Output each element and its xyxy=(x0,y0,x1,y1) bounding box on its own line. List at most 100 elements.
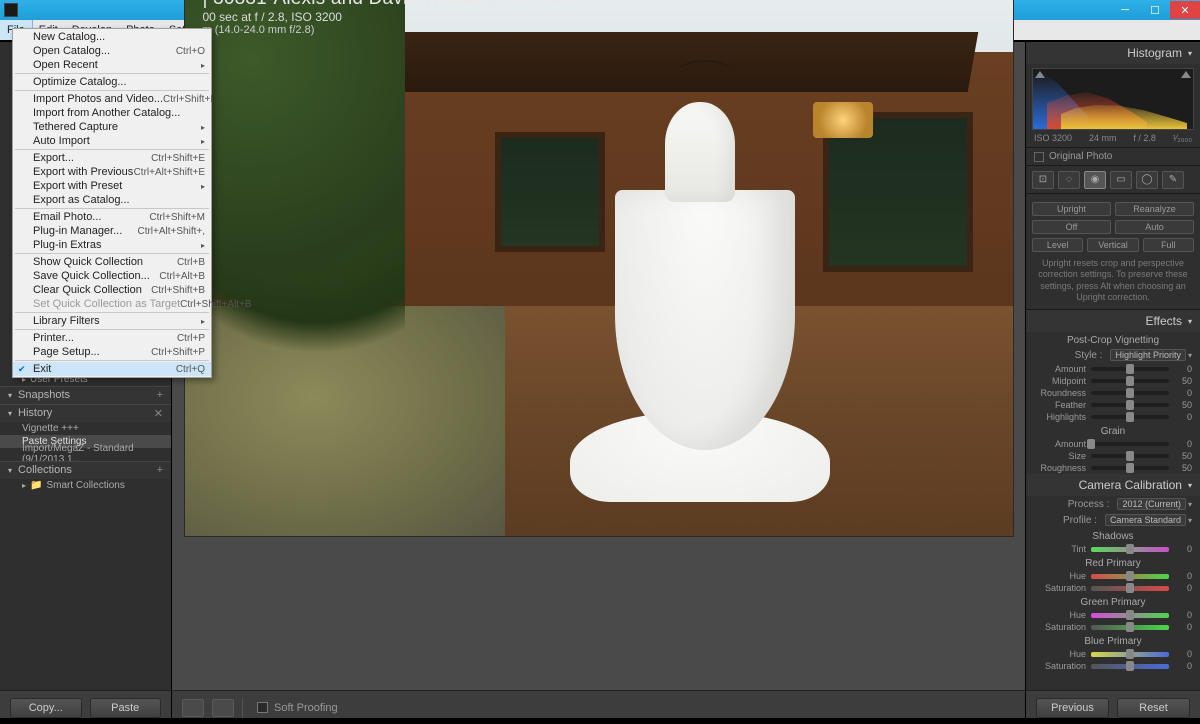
slider-amount[interactable]: Amount0 xyxy=(1026,438,1200,450)
image-preview[interactable]: | 30831-Alexis and Davis Wedding-059.NEF… xyxy=(185,0,1013,536)
file-menu-exit[interactable]: ✔ExitCtrl+Q xyxy=(13,362,211,376)
highlight-clip-icon[interactable] xyxy=(1181,71,1191,78)
calibration-label: Camera Calibration xyxy=(1079,478,1182,492)
slider-midpoint[interactable]: Midpoint50 xyxy=(1026,375,1200,387)
upright-auto-button[interactable]: Auto xyxy=(1115,220,1194,234)
profile-row[interactable]: Profile : Camera Standard ▾ xyxy=(1026,512,1200,528)
file-menu-library-filters[interactable]: Library Filters▸ xyxy=(13,314,211,328)
chevron-down-icon: ▾ xyxy=(8,391,12,400)
paste-button[interactable]: Paste xyxy=(90,698,162,718)
file-menu-dropdown[interactable]: New Catalog...Open Catalog...Ctrl+OOpen … xyxy=(12,28,212,378)
process-row[interactable]: Process : 2012 (Current) ▾ xyxy=(1026,496,1200,512)
file-menu-export-with-previous[interactable]: Export with PreviousCtrl+Alt+Shift+E xyxy=(13,165,211,179)
history-label: History xyxy=(18,407,52,419)
file-menu-optimize-catalog[interactable]: Optimize Catalog... xyxy=(13,75,211,89)
radial-tool-button[interactable]: ◯ xyxy=(1136,171,1158,189)
upright-full-button[interactable]: Full xyxy=(1143,238,1194,252)
collections-header[interactable]: ▾ Collections + xyxy=(0,461,171,479)
process-value[interactable]: 2012 (Current) xyxy=(1117,498,1186,510)
reanalyze-button[interactable]: Reanalyze xyxy=(1115,202,1194,216)
clear-history-button[interactable]: ✕ xyxy=(154,407,163,420)
copy-button[interactable]: Copy... xyxy=(10,698,82,718)
file-menu-save-quick-collection[interactable]: Save Quick Collection...Ctrl+Alt+B xyxy=(13,269,211,283)
original-photo-label: Original Photo xyxy=(1049,151,1112,162)
minimize-button[interactable]: ─ xyxy=(1110,1,1140,19)
chevron-right-icon: ▸ xyxy=(22,481,26,490)
smart-collections-label: Smart Collections xyxy=(46,480,124,491)
upright-level-button[interactable]: Level xyxy=(1032,238,1083,252)
history-item[interactable]: Import/MegaZ - Standard (9/1/2013 1... xyxy=(0,448,171,461)
file-menu-open-catalog[interactable]: Open Catalog...Ctrl+O xyxy=(13,44,211,58)
slider-hue[interactable]: Hue0 xyxy=(1026,570,1200,582)
maximize-button[interactable]: ☐ xyxy=(1140,1,1170,19)
file-menu-import-photos-and-video[interactable]: Import Photos and Video...Ctrl+Shift+I xyxy=(13,92,211,106)
original-photo-toggle[interactable]: Original Photo xyxy=(1026,148,1200,166)
file-menu-plug-in-extras[interactable]: Plug-in Extras▸ xyxy=(13,238,211,252)
file-menu-export-as-catalog[interactable]: Export as Catalog... xyxy=(13,193,211,207)
history-item[interactable]: Vignette +++ xyxy=(0,422,171,435)
snapshots-header[interactable]: ▾ Snapshots + xyxy=(0,386,171,404)
crop-tool-button[interactable]: ⊡ xyxy=(1032,171,1054,189)
calibration-header[interactable]: Camera Calibration ▾ xyxy=(1026,474,1200,496)
grain-title: Grain xyxy=(1026,423,1200,438)
histogram-header[interactable]: Histogram ▾ xyxy=(1026,42,1200,64)
upright-label: Upright xyxy=(1032,202,1111,216)
before-after-button[interactable] xyxy=(212,699,234,717)
file-menu-export-with-preset[interactable]: Export with Preset▸ xyxy=(13,179,211,193)
file-menu-email-photo[interactable]: Email Photo...Ctrl+Shift+M xyxy=(13,210,211,224)
file-menu-import-from-another-catalog[interactable]: Import from Another Catalog... xyxy=(13,106,211,120)
slider-highlights[interactable]: Highlights0 xyxy=(1026,411,1200,423)
slider-hue[interactable]: Hue0 xyxy=(1026,609,1200,621)
slider-size[interactable]: Size50 xyxy=(1026,450,1200,462)
file-menu-export[interactable]: Export...Ctrl+Shift+E xyxy=(13,151,211,165)
file-menu-tethered-capture[interactable]: Tethered Capture▸ xyxy=(13,120,211,134)
close-button[interactable]: ✕ xyxy=(1170,1,1200,19)
effects-label: Effects xyxy=(1146,314,1182,328)
slider-roundness[interactable]: Roundness0 xyxy=(1026,387,1200,399)
profile-value[interactable]: Camera Standard xyxy=(1105,514,1186,526)
histogram-display[interactable] xyxy=(1032,68,1194,130)
style-value[interactable]: Highlight Priority xyxy=(1110,349,1186,361)
previous-button[interactable]: Previous xyxy=(1036,698,1109,718)
file-menu-new-catalog[interactable]: New Catalog... xyxy=(13,30,211,44)
file-menu-auto-import[interactable]: Auto Import▸ xyxy=(13,134,211,148)
redeye-tool-button[interactable]: ◉ xyxy=(1084,171,1106,189)
file-menu-open-recent[interactable]: Open Recent▸ xyxy=(13,58,211,72)
slider-amount[interactable]: Amount0 xyxy=(1026,363,1200,375)
blue-primary-title: Blue Primary xyxy=(1026,633,1200,648)
histogram-labels: ISO 3200 24 mm f / 2.8 ¹⁄₂₀₀₀ xyxy=(1026,132,1200,148)
upright-off-button[interactable]: Off xyxy=(1032,220,1111,234)
slider-saturation[interactable]: Saturation0 xyxy=(1026,660,1200,672)
spot-tool-button[interactable]: ◌ xyxy=(1058,171,1080,189)
slider-saturation[interactable]: Saturation0 xyxy=(1026,621,1200,633)
reset-button[interactable]: Reset xyxy=(1117,698,1190,718)
add-snapshot-button[interactable]: + xyxy=(157,389,163,401)
chevron-down-icon: ▾ xyxy=(8,409,12,418)
effects-header[interactable]: Effects ▾ xyxy=(1026,310,1200,332)
slider-hue[interactable]: Hue0 xyxy=(1026,648,1200,660)
file-menu-show-quick-collection[interactable]: Show Quick CollectionCtrl+B xyxy=(13,255,211,269)
slider-saturation[interactable]: Saturation0 xyxy=(1026,582,1200,594)
file-menu-printer[interactable]: Printer...Ctrl+P xyxy=(13,331,211,345)
image-viewport[interactable]: | 30831-Alexis and Davis Wedding-059.NEF… xyxy=(172,0,1025,690)
vignette-style-row[interactable]: Style : Highlight Priority ▾ xyxy=(1026,347,1200,363)
add-collection-button[interactable]: + xyxy=(157,464,163,476)
slider-tint[interactable]: Tint0 xyxy=(1026,543,1200,555)
file-menu-page-setup[interactable]: Page Setup...Ctrl+Shift+P xyxy=(13,345,211,359)
slider-roughness[interactable]: Roughness50 xyxy=(1026,462,1200,474)
soft-proofing-toggle[interactable]: Soft Proofing xyxy=(257,702,338,714)
upright-vertical-button[interactable]: Vertical xyxy=(1087,238,1138,252)
collections-label: Collections xyxy=(18,464,72,476)
soft-proofing-label: Soft Proofing xyxy=(274,702,338,714)
collection-smart-collections[interactable]: ▸ 📁 Smart Collections xyxy=(0,479,171,492)
file-menu-plug-in-manager[interactable]: Plug-in Manager...Ctrl+Alt+Shift+, xyxy=(13,224,211,238)
image-filename: | 30831-Alexis and Davis Wedding-059.NEF xyxy=(203,0,582,10)
file-menu-clear-quick-collection[interactable]: Clear Quick CollectionCtrl+Shift+B xyxy=(13,283,211,297)
slider-feather[interactable]: Feather50 xyxy=(1026,399,1200,411)
history-header[interactable]: ▾ History ✕ xyxy=(0,404,171,422)
loupe-view-button[interactable] xyxy=(182,699,204,717)
gradient-tool-button[interactable]: ▭ xyxy=(1110,171,1132,189)
image-exposure-info: 00 sec at f / 2.8, ISO 3200 xyxy=(203,10,582,24)
upright-note: Upright resets crop and perspective corr… xyxy=(1032,258,1194,303)
brush-tool-button[interactable]: ✎ xyxy=(1162,171,1184,189)
